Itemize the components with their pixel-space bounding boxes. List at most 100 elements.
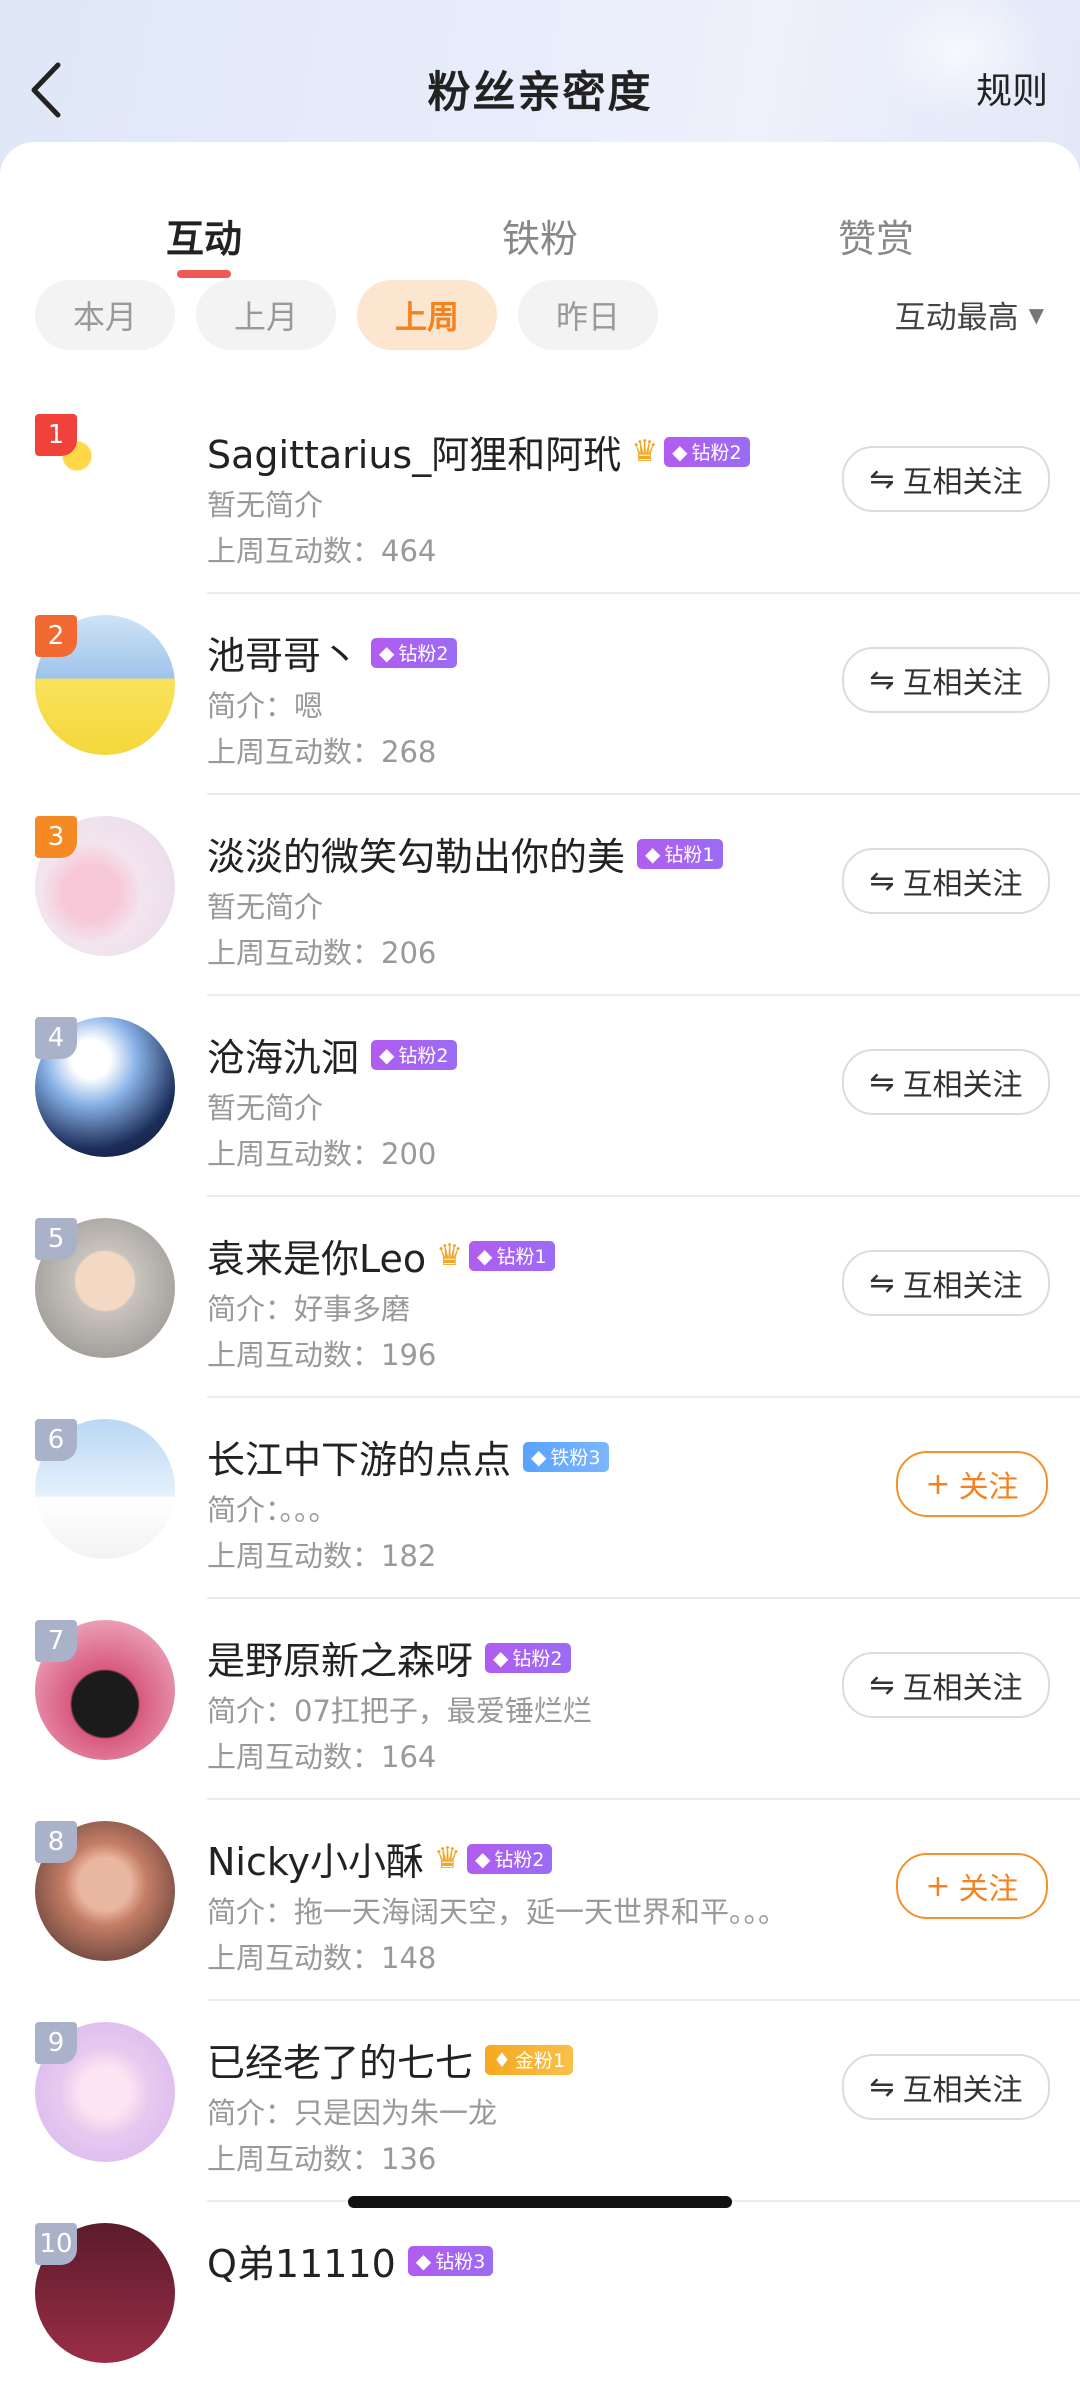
page-title: 粉丝亲密度 — [427, 68, 653, 118]
fan-intro: 简介：。。。 — [207, 1493, 338, 1527]
mutual-follow-label: 互相关注 — [902, 867, 1023, 902]
rank-badge: 4 — [35, 1017, 77, 1059]
fan-name[interactable]: 池哥哥丶 — [207, 625, 359, 680]
diamond-icon: ◆ — [379, 640, 395, 665]
fan-row[interactable]: 5 袁来是你Leo ♛ ◆ 钻粉1 简介：好事多磨 上周互动数：196 ⇋ 互相关注 — [0, 1198, 1080, 1398]
plus-icon: + — [925, 1868, 951, 1904]
fan-name-line: Q弟11110 ◆ 钻粉3 — [207, 2233, 494, 2288]
mutual-arrows-icon: ⇋ — [869, 863, 895, 899]
active-tab-indicator — [177, 270, 231, 278]
diamond-icon: ◆ — [493, 1645, 509, 1670]
interaction-count: 上周互动数：206 — [207, 936, 437, 970]
mutual-follow-button[interactable]: ⇋ 互相关注 — [842, 848, 1050, 914]
row-divider — [207, 1999, 1080, 2001]
fan-level-badge: ◆ 钻粉2 — [466, 1843, 553, 1874]
tab-interaction[interactable]: 互动 — [104, 208, 304, 263]
mutual-arrows-icon: ⇋ — [869, 1667, 895, 1703]
diamond-icon: ◆ — [379, 1042, 395, 1067]
fan-name-line: 已经老了的七七 ♦ 金粉1 — [207, 2032, 574, 2087]
fan-row[interactable]: 7 是野原新之森呀 ◆ 钻粉2 简介：07扛把子，最爱锤烂烂 上周互动数：164 ⇋ 互相关注 — [0, 1600, 1080, 1800]
row-divider — [207, 592, 1080, 594]
mutual-follow-button[interactable]: ⇋ 互相关注 — [842, 2054, 1050, 2120]
fan-row[interactable]: 9 已经老了的七七 ♦ 金粉1 简介：只是因为朱一龙 上周互动数：136 ⇋ 互相关注 — [0, 2002, 1080, 2202]
fan-intro: 暂无简介 — [207, 890, 324, 924]
fan-row[interactable]: 2 池哥哥丶 ◆ 钻粉2 简介：嗯 上周互动数：268 ⇋ 互相关注 — [0, 595, 1080, 795]
fan-row[interactable]: 1 Sagittarius_阿狸和阿玳 ♛ ◆ 钻粉2 暂无简介 上周互动数：464 ⇋ 互相关… — [0, 394, 1080, 594]
mutual-follow-label: 互相关注 — [902, 465, 1023, 500]
rank-badge: 3 — [35, 816, 77, 858]
fan-name-line: Sagittarius_阿狸和阿玳 ♛ ◆ 钻粉2 — [207, 424, 750, 479]
mutual-arrows-icon: ⇋ — [869, 1265, 895, 1301]
fan-name[interactable]: Sagittarius_阿狸和阿玳 — [207, 424, 621, 479]
fan-level-badge: ◆ 钻粉2 — [485, 1642, 571, 1673]
filter-last-week[interactable]: 上周 — [357, 280, 497, 350]
rank-badge: 6 — [35, 1419, 77, 1461]
mutual-follow-label: 互相关注 — [902, 666, 1023, 701]
crown-icon: ♛ — [434, 1841, 461, 1876]
rank-badge: 9 — [35, 2022, 77, 2064]
diamond-icon: ◆ — [672, 439, 688, 464]
badge-label: 钻粉2 — [512, 1648, 563, 1670]
filter-this-month[interactable]: 本月 — [35, 280, 175, 350]
fan-intro: 简介：只是因为朱一龙 — [207, 2096, 498, 2130]
fan-row[interactable]: 8 Nicky小小酥 ♛ ◆ 钻粉2 简介：拖一天海阔天空，延一天世界和平。。。 上周互动数… — [0, 1801, 1080, 2001]
badge-label: 钻粉2 — [398, 643, 449, 665]
fan-name[interactable]: 是野原新之森呀 — [207, 1630, 473, 1685]
fan-name[interactable]: 长江中下游的点点 — [207, 1429, 511, 1484]
fan-name-line: 沧海氿洄 ◆ 钻粉2 — [207, 1027, 457, 1082]
rules-link[interactable]: 规则 — [976, 62, 1048, 114]
badge-label: 金粉1 — [514, 2050, 566, 2072]
fan-row[interactable]: 4 沧海氿洄 ◆ 钻粉2 暂无简介 上周互动数：200 ⇋ 互相关注 — [0, 997, 1080, 1197]
mutual-follow-button[interactable]: ⇋ 互相关注 — [842, 1250, 1050, 1316]
fan-name[interactable]: Q弟11110 — [207, 2233, 396, 2288]
tab-iron-fans[interactable]: 铁粉 — [440, 208, 640, 263]
filter-last-month[interactable]: 上月 — [196, 280, 336, 350]
fan-name[interactable]: 沧海氿洄 — [207, 1027, 359, 1082]
mutual-follow-button[interactable]: ⇋ 互相关注 — [842, 647, 1050, 713]
follow-button[interactable]: + 关注 — [896, 1451, 1048, 1517]
interaction-count: 上周互动数：136 — [207, 2142, 437, 2176]
rank-badge: 5 — [35, 1218, 77, 1260]
fan-row[interactable]: 10 Q弟11110 ◆ 钻粉3 — [0, 2203, 1080, 2403]
fan-name[interactable]: 淡淡的微笑勾勒出你的美 — [207, 826, 625, 881]
content-card: 互动 铁粉 赞赏 本月 上月 上周 昨日 互动最高 ▼ 1 Sagittarius… — [0, 142, 1080, 2363]
badge-label: 钻粉2 — [494, 1849, 545, 1871]
row-divider — [207, 1195, 1080, 1197]
follow-button[interactable]: + 关注 — [896, 1853, 1048, 1919]
mutual-arrows-icon: ⇋ — [869, 461, 895, 497]
interaction-count: 上周互动数：196 — [207, 1338, 437, 1372]
fan-intro: 简介：好事多磨 — [207, 1292, 411, 1326]
follow-label: 关注 — [958, 1872, 1019, 1907]
badge-label: 钻粉2 — [398, 1045, 449, 1067]
rank-badge: 7 — [35, 1620, 77, 1662]
gold-icon: ♦ — [493, 2047, 511, 2072]
fan-row[interactable]: 3 淡淡的微笑勾勒出你的美 ◆ 钻粉1 暂无简介 上周互动数：206 ⇋ 互相关注 — [0, 796, 1080, 996]
sort-dropdown[interactable]: 互动最高 ▼ — [895, 292, 1044, 337]
time-filter-bar: 本月 上月 上周 昨日 互动最高 ▼ — [0, 280, 1080, 350]
sort-label: 互动最高 — [894, 300, 1019, 336]
fan-name-line: Nicky小小酥 ♛ ◆ 钻粉2 — [207, 1831, 553, 1886]
tab-rewards[interactable]: 赞赏 — [776, 208, 976, 263]
mutual-follow-button[interactable]: ⇋ 互相关注 — [842, 1049, 1050, 1115]
fan-level-badge: ◆ 钻粉2 — [664, 436, 750, 467]
interaction-count: 上周互动数：200 — [207, 1137, 437, 1171]
mutual-follow-button[interactable]: ⇋ 互相关注 — [842, 1652, 1050, 1718]
badge-label: 钻粉3 — [435, 2251, 486, 2273]
mutual-follow-label: 互相关注 — [902, 1068, 1023, 1103]
fan-name[interactable]: 已经老了的七七 — [207, 2032, 473, 2087]
badge-label: 钻粉2 — [691, 442, 742, 464]
mutual-follow-button[interactable]: ⇋ 互相关注 — [842, 446, 1050, 512]
fan-name[interactable]: 袁来是你Leo — [207, 1228, 426, 1283]
fan-name-line: 是野原新之森呀 ◆ 钻粉2 — [207, 1630, 571, 1685]
fan-intro: 暂无简介 — [207, 488, 324, 522]
caret-down-icon: ▼ — [1028, 302, 1044, 327]
rank-badge: 2 — [35, 615, 77, 657]
badge-label: 钻粉1 — [496, 1246, 547, 1268]
mutual-follow-label: 互相关注 — [902, 2073, 1023, 2108]
fan-name[interactable]: Nicky小小酥 — [207, 1831, 424, 1886]
fan-level-badge: ◆ 钻粉2 — [371, 637, 457, 668]
filter-yesterday[interactable]: 昨日 — [518, 280, 658, 350]
fan-row[interactable]: 6 长江中下游的点点 ◆ 铁粉3 简介：。。。 上周互动数：182 + 关注 — [0, 1399, 1080, 1599]
row-divider — [207, 793, 1080, 795]
interaction-count: 上周互动数：268 — [207, 735, 437, 769]
